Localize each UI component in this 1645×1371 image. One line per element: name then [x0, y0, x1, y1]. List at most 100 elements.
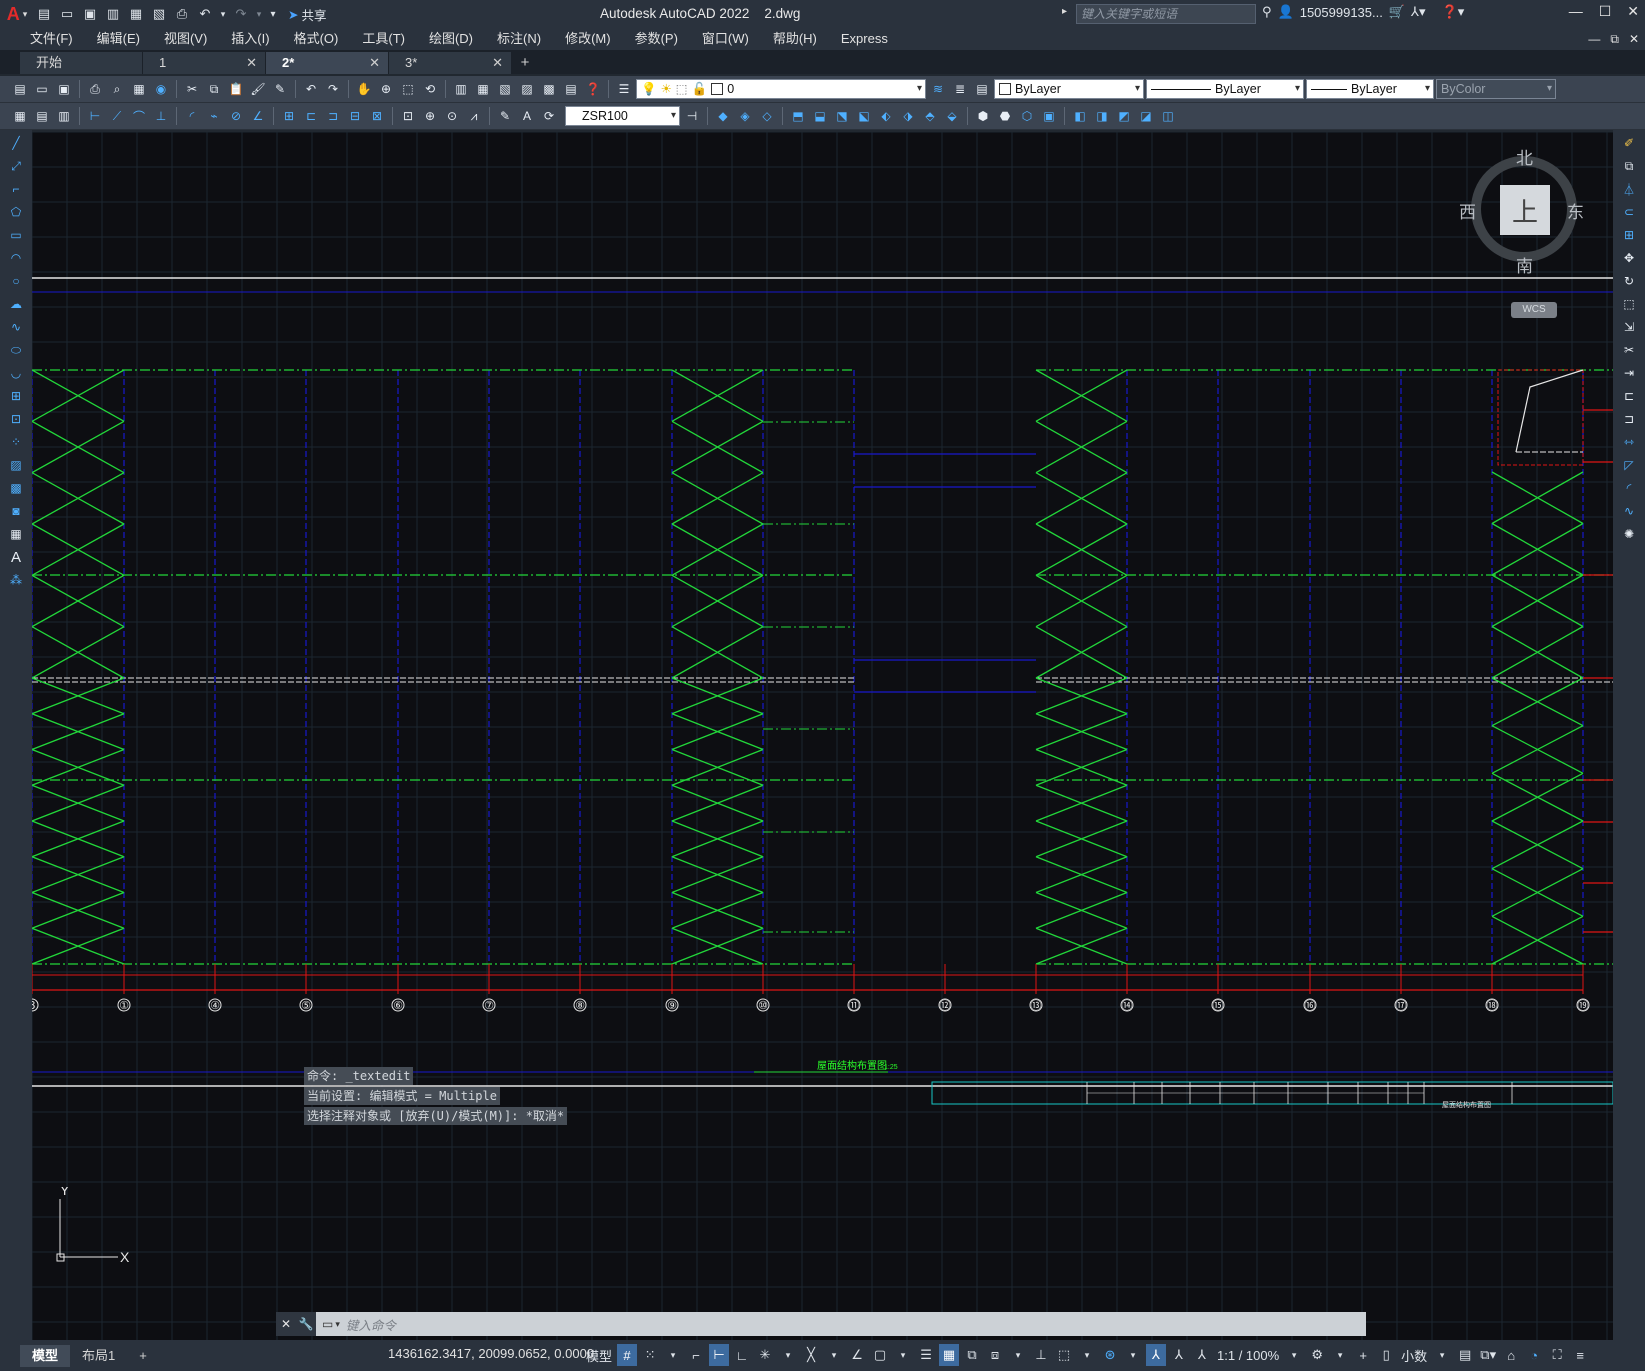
- 3d-dwf-icon[interactable]: ◉: [151, 79, 171, 99]
- plotstyle-dropdown[interactable]: ByColor ▾: [1436, 79, 1556, 99]
- point-icon[interactable]: ⁘: [6, 432, 26, 452]
- minimize-icon[interactable]: —: [1569, 3, 1583, 20]
- customize-qat-icon[interactable]: ▾: [267, 4, 279, 24]
- zoom-window-icon[interactable]: ⬚: [398, 79, 418, 99]
- redo-icon[interactable]: ↷: [231, 4, 251, 24]
- doc-close-icon[interactable]: ✕: [1629, 28, 1639, 50]
- ellipse-arc-icon[interactable]: ◡: [6, 363, 26, 383]
- dim-text-edit-icon[interactable]: A: [517, 106, 537, 126]
- mirror-icon[interactable]: ⏃: [1619, 179, 1639, 199]
- selection-cycling-icon[interactable]: ⧉: [962, 1344, 982, 1366]
- annotation-scale-value[interactable]: 1:1 / 100%: [1215, 1344, 1281, 1366]
- share-button[interactable]: ➤ 共享: [288, 5, 327, 24]
- clean-screen-icon[interactable]: ⛶: [1547, 1344, 1567, 1366]
- union-icon[interactable]: ⬗: [898, 106, 918, 126]
- user-name[interactable]: 1505999135...: [1300, 5, 1383, 20]
- mleader-icon[interactable]: ▥: [54, 106, 74, 126]
- open-icon[interactable]: ▭: [32, 79, 52, 99]
- quick-dim-icon[interactable]: ⊞: [279, 106, 299, 126]
- autodesk-a360-icon[interactable]: ⅄▾: [1411, 4, 1425, 20]
- chevron-down-icon[interactable]: ▾: [824, 1344, 844, 1366]
- tab-drawing-1[interactable]: 1 ✕: [143, 52, 265, 74]
- zoom-previous-icon[interactable]: ⟲: [420, 79, 440, 99]
- dim-update-icon[interactable]: ⟳: [539, 106, 559, 126]
- 3d-move-icon[interactable]: ⬢: [973, 106, 993, 126]
- thicken-icon[interactable]: ◪: [1136, 106, 1156, 126]
- insert-block-icon[interactable]: ⊞: [6, 386, 26, 406]
- redo-dropdown-icon[interactable]: ▾: [254, 4, 264, 24]
- compass-north[interactable]: 北: [1516, 144, 1533, 169]
- dim-break-icon[interactable]: ⊠: [367, 106, 387, 126]
- calculator-icon[interactable]: ▤: [561, 79, 581, 99]
- annotation-visibility-icon[interactable]: ⅄: [1146, 1344, 1167, 1366]
- layer-properties-icon[interactable]: ☰: [614, 79, 634, 99]
- menu-view[interactable]: 视图(V): [152, 28, 219, 50]
- help-icon[interactable]: ❓: [583, 79, 603, 99]
- slice-icon[interactable]: ◧: [1070, 106, 1090, 126]
- match-properties-icon[interactable]: 🖌: [248, 79, 268, 99]
- fillet-icon[interactable]: ◜: [1619, 478, 1639, 498]
- recent-commands-button[interactable]: ▭ ▾: [316, 1317, 346, 1331]
- dim-edit-icon[interactable]: ✎: [495, 106, 515, 126]
- rotate-icon[interactable]: ↻: [1619, 271, 1639, 291]
- join-icon[interactable]: ⇿: [1619, 432, 1639, 452]
- block-editor-icon[interactable]: ✎: [270, 79, 290, 99]
- sweep-icon[interactable]: ⬔: [832, 106, 852, 126]
- extrude-icon[interactable]: ⬒: [788, 106, 808, 126]
- compass-south[interactable]: 南: [1516, 252, 1533, 277]
- chamfer-icon[interactable]: ◸: [1619, 455, 1639, 475]
- command-input[interactable]: 键入命令: [346, 1315, 396, 1334]
- plot-icon[interactable]: ⎙: [85, 79, 105, 99]
- save-icon[interactable]: ▣: [54, 79, 74, 99]
- expand-arrow-icon[interactable]: ▸: [1062, 6, 1067, 17]
- revision-cloud-icon[interactable]: ☁: [6, 294, 26, 314]
- zoom-realtime-icon[interactable]: ⊕: [376, 79, 396, 99]
- save-icon[interactable]: ▣: [80, 4, 100, 24]
- dimstyle-dropdown[interactable]: ZSR100 ▾: [565, 106, 680, 126]
- export-icon[interactable]: ▧: [149, 4, 169, 24]
- gradient-icon[interactable]: ▩: [6, 478, 26, 498]
- infer-constraints-icon[interactable]: ⌐: [686, 1344, 706, 1366]
- menu-dimension[interactable]: 标注(N): [485, 28, 553, 50]
- search-input[interactable]: 键入关键字或短语: [1076, 4, 1256, 24]
- rectangle-icon[interactable]: ▭: [6, 225, 26, 245]
- qnew-icon[interactable]: ▤: [10, 79, 30, 99]
- layer-state-icon[interactable]: ▤: [972, 79, 992, 99]
- transparency-icon[interactable]: ▦: [939, 1344, 960, 1366]
- break-icon[interactable]: ⊐: [1619, 409, 1639, 429]
- model-space-button[interactable]: 模型: [584, 1344, 614, 1366]
- menu-format[interactable]: 格式(O): [282, 28, 351, 50]
- menu-edit[interactable]: 编辑(E): [85, 28, 152, 50]
- text-style-icon[interactable]: ▤: [32, 106, 52, 126]
- intersect-icon[interactable]: ⬙: [942, 106, 962, 126]
- aligned-dim-icon[interactable]: ⟋: [107, 106, 127, 126]
- blend-curves-icon[interactable]: ∿: [1619, 501, 1639, 521]
- chevron-down-icon[interactable]: ▾: [663, 1344, 683, 1366]
- chevron-down-icon[interactable]: ▾: [1008, 1344, 1028, 1366]
- save-as-icon[interactable]: ▥: [103, 4, 123, 24]
- tab-model[interactable]: 模型: [20, 1344, 71, 1367]
- dimstyle-manager-icon[interactable]: ⊣: [682, 106, 702, 126]
- undo-dropdown-icon[interactable]: ▾: [218, 4, 228, 24]
- units-value[interactable]: 小数: [1399, 1344, 1429, 1366]
- inspection-icon[interactable]: ⊙: [442, 106, 462, 126]
- annotation-monitor-icon[interactable]: +: [1353, 1344, 1373, 1366]
- chevron-down-icon[interactable]: ▾: [1077, 1344, 1097, 1366]
- viewcube[interactable]: 上 北 南 东 西: [1459, 144, 1589, 277]
- section-icon[interactable]: ◨: [1092, 106, 1112, 126]
- doc-restore-icon[interactable]: ⧉: [1610, 28, 1619, 50]
- undo-icon[interactable]: ↶: [195, 4, 215, 24]
- continue-dim-icon[interactable]: ⊐: [323, 106, 343, 126]
- cone-icon[interactable]: ◇: [757, 106, 777, 126]
- diameter-dim-icon[interactable]: ⊘: [226, 106, 246, 126]
- chevron-down-icon[interactable]: ▾: [1123, 1344, 1143, 1366]
- maximize-icon[interactable]: ☐: [1599, 3, 1612, 20]
- selection-filter-icon[interactable]: ⬚: [1054, 1344, 1074, 1366]
- flatshot-icon[interactable]: ◫: [1158, 106, 1178, 126]
- publish-icon[interactable]: ▦: [129, 79, 149, 99]
- lineweight-dropdown[interactable]: ByLayer ▾: [1306, 79, 1434, 99]
- preview-icon[interactable]: ⌕: [107, 79, 127, 99]
- tab-layout1[interactable]: 布局1: [70, 1345, 127, 1367]
- 3d-osnap-icon[interactable]: ⧈: [985, 1344, 1005, 1366]
- stretch-icon[interactable]: ⇲: [1619, 317, 1639, 337]
